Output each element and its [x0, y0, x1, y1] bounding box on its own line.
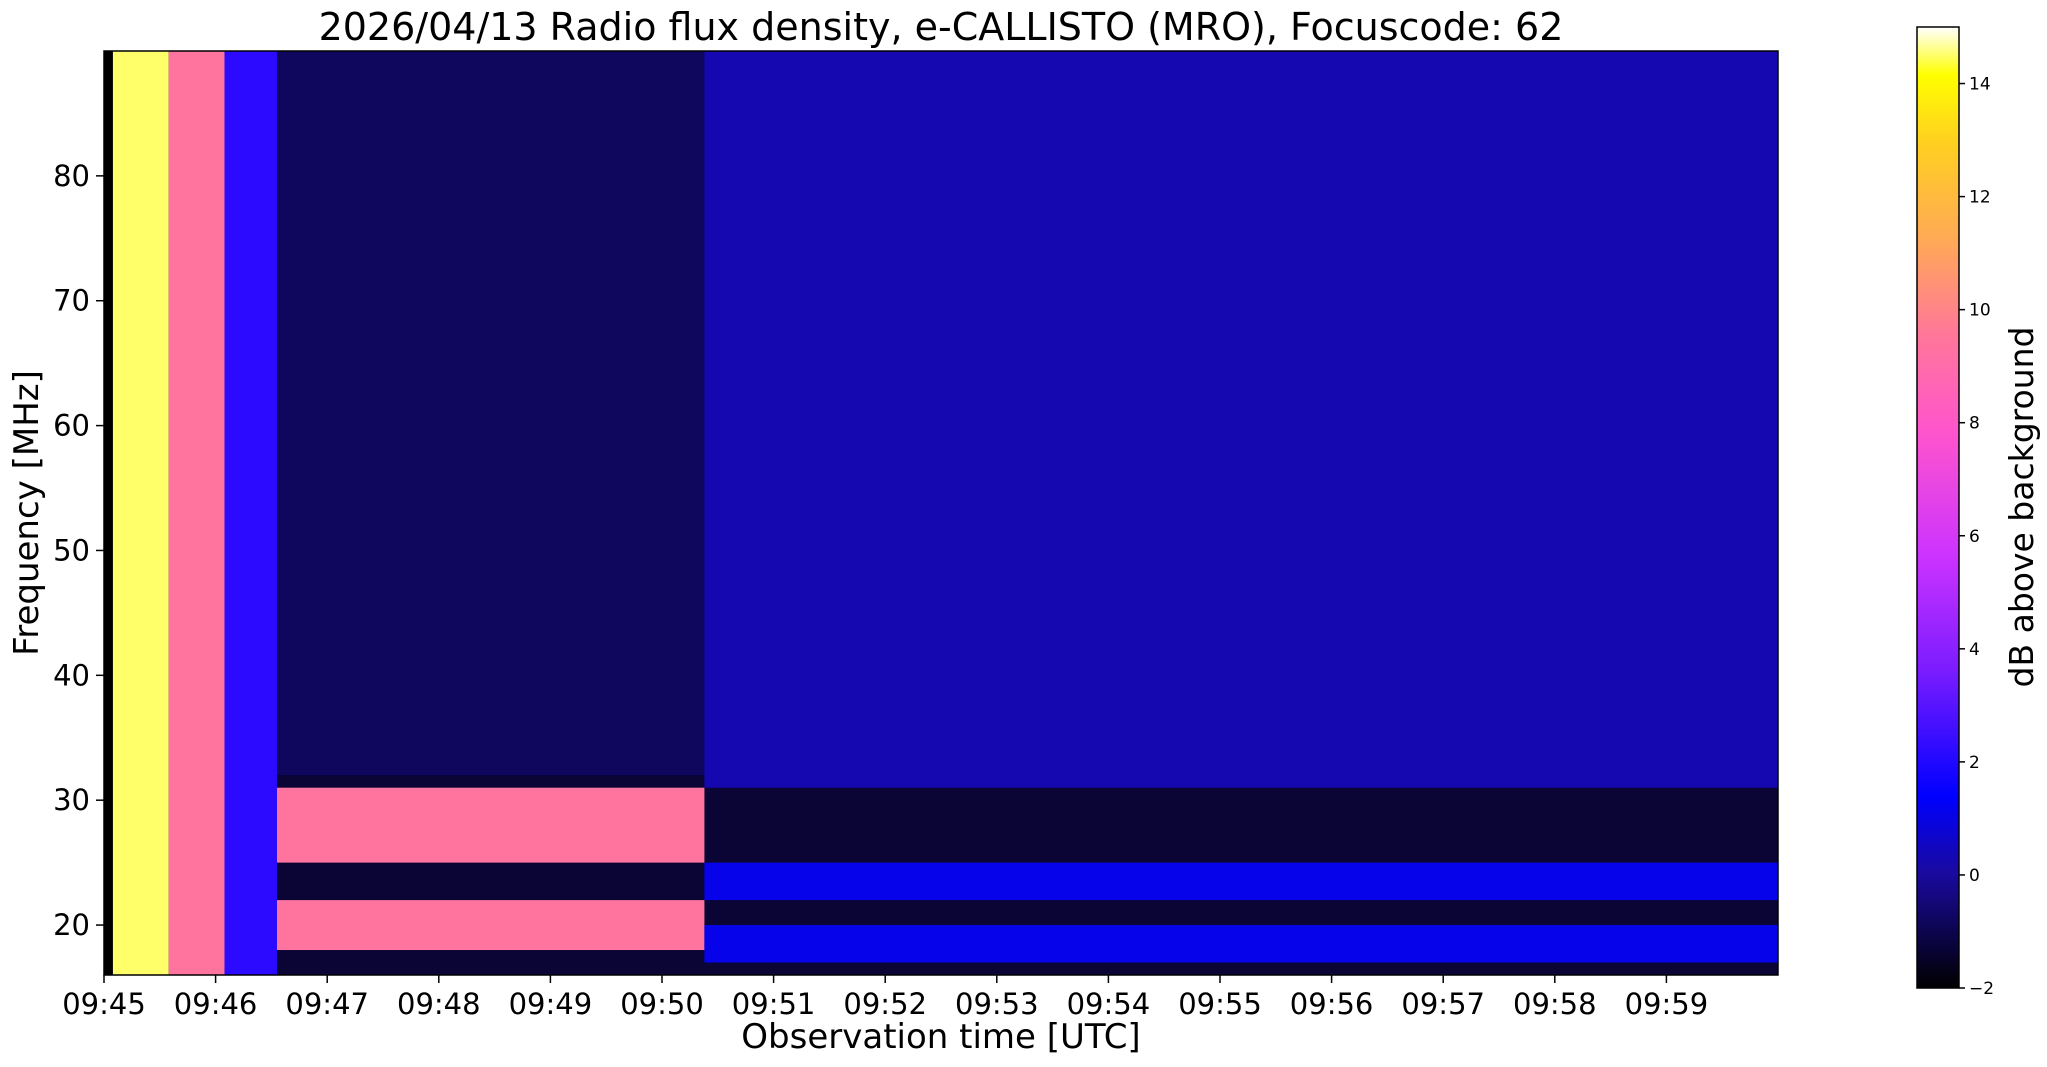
heatmap-region-3 — [224, 51, 277, 975]
colorbar: −2 0 2 4 6 8 10 12 14 dB above background — [1916, 26, 2041, 999]
y-axis-label: Frequency [MHz] — [7, 370, 47, 656]
x-tick-label: 09:51 — [732, 987, 816, 1021]
heatmap-region-7 — [704, 51, 1778, 788]
x-tick-label: 09:46 — [174, 987, 258, 1021]
colorbar-tick-label: 8 — [1969, 414, 1980, 434]
heatmap-region-8 — [704, 862, 1778, 901]
x-tick-label: 09:45 — [62, 987, 146, 1021]
colorbar-tick-label: 0 — [1969, 866, 1980, 886]
x-tick-label: 09:47 — [285, 987, 369, 1021]
y-tick-label: 40 — [53, 658, 90, 692]
chart-title: 2026/04/13 Radio flux density, e-CALLIST… — [319, 5, 1564, 49]
y-tick-label: 50 — [53, 533, 90, 567]
colorbar-tick-label: 12 — [1969, 188, 1991, 208]
x-tick-label: 09:58 — [1513, 987, 1597, 1021]
colorbar-tick-label: 14 — [1969, 75, 1991, 95]
y-axis: 20 30 40 50 60 70 80 — [53, 159, 104, 942]
colorbar-axis: −2 0 2 4 6 8 10 12 14 — [1959, 75, 1994, 999]
x-tick-label: 09:55 — [1178, 987, 1262, 1021]
x-tick-label: 09:50 — [620, 987, 704, 1021]
colorbar-tick-label: 4 — [1969, 640, 1980, 660]
y-tick-label: 30 — [53, 783, 90, 817]
x-tick-label: 09:59 — [1625, 987, 1709, 1021]
x-tick-label: 09:53 — [955, 987, 1039, 1021]
y-tick-label: 60 — [53, 409, 90, 443]
x-tick-label: 09:49 — [509, 987, 593, 1021]
x-tick-label: 09:48 — [397, 987, 481, 1021]
y-tick-label: 70 — [53, 284, 90, 318]
x-axis-label: Observation time [UTC] — [741, 1017, 1140, 1057]
y-tick-label: 20 — [53, 908, 90, 942]
spectrogram-chart: 2026/04/13 Radio flux density, e-CALLIST… — [7, 5, 2041, 1057]
heatmap-region-9 — [704, 925, 1778, 963]
colorbar-gradient — [1916, 26, 1960, 989]
heatmap-region-0 — [104, 51, 113, 975]
x-tick-label: 09:57 — [1401, 987, 1485, 1021]
y-tick-label: 80 — [53, 159, 90, 193]
colorbar-tick-label: 2 — [1969, 753, 1980, 773]
x-axis: 09:45 09:46 09:47 09:48 09:49 09:50 09:51 09:52… — [62, 975, 1708, 1021]
heatmap-region-1 — [112, 51, 169, 975]
plot-area — [104, 51, 1778, 975]
colorbar-tick-label: 6 — [1969, 527, 1980, 547]
heatmap-region-6 — [276, 900, 705, 951]
heatmap-region-5 — [276, 787, 705, 863]
x-tick-label: 09:54 — [1067, 987, 1151, 1021]
heatmap-region-4 — [276, 51, 705, 776]
colorbar-tick-label: 10 — [1969, 301, 1991, 321]
x-tick-label: 09:52 — [843, 987, 927, 1021]
colorbar-tick-label: −2 — [1969, 979, 1994, 999]
colorbar-label: dB above background — [2002, 327, 2041, 688]
spectrogram-figure: 2026/04/13 Radio flux density, e-CALLIST… — [0, 0, 2047, 1067]
x-tick-label: 09:56 — [1290, 987, 1374, 1021]
heatmap-region-2 — [168, 51, 225, 975]
